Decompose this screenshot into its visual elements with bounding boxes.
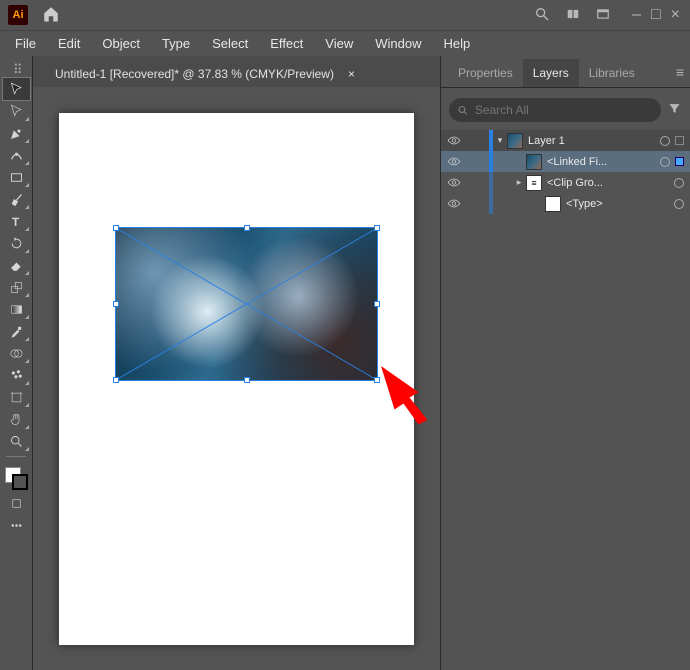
menu-type[interactable]: Type — [153, 34, 199, 53]
layer-row[interactable]: <Type> — [441, 193, 690, 214]
rectangle-tool[interactable] — [3, 166, 30, 188]
visibility-toggle[interactable] — [441, 156, 467, 167]
direct-selection-tool[interactable] — [3, 100, 30, 122]
layer-search[interactable] — [449, 98, 661, 122]
menu-effect[interactable]: Effect — [261, 34, 312, 53]
target-icon[interactable] — [674, 199, 684, 209]
handle-icon[interactable] — [244, 225, 250, 231]
eyedropper-tool[interactable] — [3, 320, 30, 342]
layer-search-input[interactable] — [475, 103, 653, 117]
home-icon[interactable] — [42, 5, 60, 26]
screen-mode-icon[interactable] — [596, 7, 610, 24]
minimize-button[interactable]: – — [632, 6, 641, 24]
handle-icon[interactable] — [374, 225, 380, 231]
layer-thumbnail — [526, 154, 542, 170]
menu-object[interactable]: Object — [93, 34, 149, 53]
fill-stroke-swatch[interactable] — [3, 465, 30, 492]
document-area: Untitled-1 [Recovered]* @ 37.83 % (CMYK/… — [33, 56, 440, 670]
artboard-tool[interactable] — [3, 386, 30, 408]
document-tab[interactable]: Untitled-1 [Recovered]* @ 37.83 % (CMYK/… — [43, 61, 367, 87]
expand-toggle[interactable]: ▸ — [512, 177, 526, 188]
menu-select[interactable]: Select — [203, 34, 257, 53]
handle-icon[interactable] — [113, 301, 119, 307]
handle-icon[interactable] — [244, 377, 250, 383]
scale-tool[interactable] — [3, 276, 30, 298]
close-tab-icon[interactable]: × — [348, 67, 355, 81]
toolbox-grip[interactable]: ⠿ — [13, 62, 19, 78]
layer-thumbnail — [545, 196, 561, 212]
layer-thumbnail: ≡ — [526, 175, 542, 191]
handle-icon[interactable] — [374, 301, 380, 307]
right-panel: Properties Layers Libraries ≡ ▾ Layer 1 — [440, 56, 690, 670]
placed-image-selection[interactable] — [115, 227, 378, 381]
search-icon — [457, 104, 469, 117]
canvas[interactable] — [33, 87, 440, 670]
expand-toggle[interactable]: ▾ — [493, 135, 507, 146]
pen-tool[interactable] — [3, 122, 30, 144]
draw-mode[interactable] — [3, 492, 30, 514]
paintbrush-tool[interactable] — [3, 188, 30, 210]
layer-name[interactable]: <Type> — [566, 198, 674, 210]
svg-text:T: T — [12, 216, 19, 228]
hand-tool[interactable] — [3, 408, 30, 430]
curvature-tool[interactable] — [3, 144, 30, 166]
menu-file[interactable]: File — [6, 34, 45, 53]
layer-thumbnail — [507, 133, 523, 149]
artboard[interactable] — [59, 113, 414, 645]
target-icon[interactable] — [660, 136, 670, 146]
zoom-tool[interactable] — [3, 430, 30, 452]
panel-menu-icon[interactable]: ≡ — [676, 64, 684, 80]
menu-edit[interactable]: Edit — [49, 34, 89, 53]
eraser-tool[interactable] — [3, 254, 30, 276]
menu-help[interactable]: Help — [434, 34, 479, 53]
handle-icon[interactable] — [113, 225, 119, 231]
edit-toolbar[interactable] — [3, 514, 30, 536]
tab-layers[interactable]: Layers — [523, 59, 579, 87]
selection-tool[interactable] — [3, 78, 30, 100]
layer-list: ▾ Layer 1 <Linked Fi... ▸ — [441, 130, 690, 214]
target-icon[interactable] — [674, 178, 684, 188]
search-icon[interactable] — [534, 6, 550, 25]
menu-view[interactable]: View — [316, 34, 362, 53]
maximize-button[interactable]: □ — [651, 6, 661, 24]
shape-builder-tool[interactable] — [3, 342, 30, 364]
selection-box[interactable] — [675, 157, 684, 166]
toolbox: ⠿ T — [0, 56, 33, 670]
title-bar: Ai – □ × — [0, 0, 690, 30]
layer-row[interactable]: ▸ ≡ <Clip Gro... — [441, 172, 690, 193]
layer-name[interactable]: Layer 1 — [528, 135, 660, 147]
tab-libraries[interactable]: Libraries — [579, 59, 645, 87]
handle-icon[interactable] — [113, 377, 119, 383]
arrange-documents-icon[interactable] — [566, 7, 580, 24]
visibility-toggle[interactable] — [441, 198, 467, 209]
document-tab-title: Untitled-1 [Recovered]* @ 37.83 % (CMYK/… — [55, 67, 334, 81]
annotation-arrow-icon — [366, 351, 440, 429]
menu-window[interactable]: Window — [366, 34, 430, 53]
rotate-tool[interactable] — [3, 232, 30, 254]
tab-properties[interactable]: Properties — [448, 59, 523, 87]
target-icon[interactable] — [660, 157, 670, 167]
filter-icon[interactable] — [667, 101, 682, 119]
type-tool[interactable]: T — [3, 210, 30, 232]
symbol-sprayer-tool[interactable] — [3, 364, 30, 386]
selection-box[interactable] — [675, 136, 684, 145]
menu-bar: File Edit Object Type Select Effect View… — [0, 30, 690, 56]
app-badge: Ai — [8, 5, 28, 25]
gradient-tool[interactable] — [3, 298, 30, 320]
visibility-toggle[interactable] — [441, 135, 467, 146]
close-button[interactable]: × — [671, 6, 680, 24]
layer-name[interactable]: <Linked Fi... — [547, 156, 660, 168]
layer-row[interactable]: <Linked Fi... — [441, 151, 690, 172]
layer-row[interactable]: ▾ Layer 1 — [441, 130, 690, 151]
visibility-toggle[interactable] — [441, 177, 467, 188]
layer-name[interactable]: <Clip Gro... — [547, 177, 674, 189]
